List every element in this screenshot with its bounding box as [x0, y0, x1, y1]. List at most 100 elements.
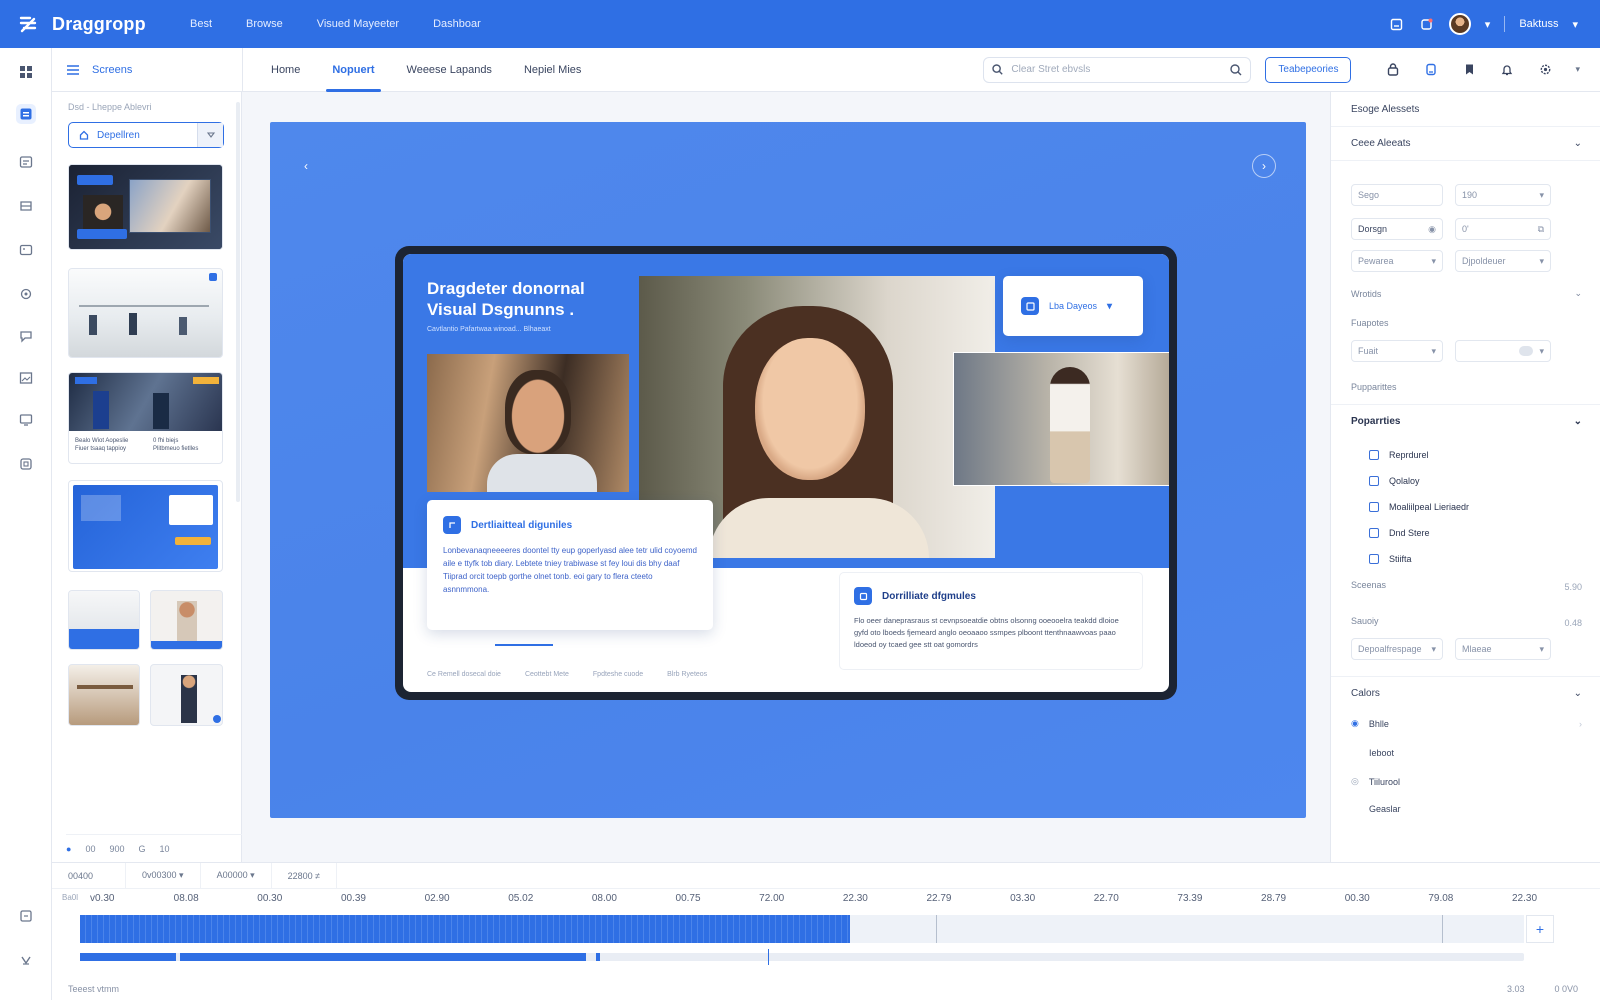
tab-nopuert[interactable]: Nopuert — [316, 48, 390, 92]
feature-card-2[interactable]: Dorrilliate dfgmules Flo oeer daneprasra… — [839, 572, 1143, 670]
media-icon[interactable] — [16, 196, 36, 216]
section-header[interactable]: Ceee Aleeats ⌄ — [1351, 138, 1582, 149]
footer-item[interactable]: G — [138, 844, 145, 854]
tab-home[interactable]: Home — [255, 48, 316, 92]
chevron-down-icon[interactable]: ⌄ — [1574, 138, 1582, 149]
filter-icon[interactable] — [197, 123, 223, 147]
chevron-down-icon[interactable]: ⌄ — [1574, 416, 1582, 427]
dropdown-d[interactable]: Depoalfrespage ▾ — [1351, 638, 1443, 660]
footer-item[interactable]: 900 — [109, 844, 124, 854]
monitor-icon[interactable] — [16, 410, 36, 430]
color-item[interactable]: Ieboot — [1351, 748, 1582, 758]
topnav-item[interactable]: Best — [190, 18, 212, 30]
topnav-item[interactable]: Dashboar — [433, 18, 481, 30]
subtrack-segment[interactable] — [80, 953, 176, 961]
comment-icon[interactable] — [16, 326, 36, 346]
next-arrow-icon[interactable]: › — [1252, 154, 1276, 178]
screen-thumbnail[interactable] — [68, 268, 223, 358]
chevron-down-icon[interactable]: ▾ — [1572, 18, 1578, 31]
carousel-indicator[interactable] — [495, 644, 553, 646]
gear-icon[interactable] — [1537, 62, 1553, 78]
dropdown-a[interactable]: Pewarea ▾ — [1351, 250, 1443, 272]
screen-thumbnail[interactable] — [150, 590, 223, 650]
man-photo[interactable] — [427, 354, 629, 492]
teabepeories-button[interactable]: Teabepeories — [1265, 56, 1352, 83]
save-icon[interactable] — [1389, 16, 1405, 32]
street-photo[interactable] — [953, 352, 1169, 486]
design-stage[interactable]: ‹ › Dragdeter donornal Visual Dsgnunns .… — [270, 122, 1306, 818]
search-submit-icon[interactable] — [1230, 63, 1242, 76]
color-item[interactable]: ◉ Bhlle › — [1351, 718, 1582, 729]
export-icon[interactable] — [16, 906, 36, 926]
subtrack-segment[interactable] — [180, 953, 586, 961]
footer-link[interactable]: Ce Remell dosecal doie — [427, 671, 501, 678]
feature-card-1[interactable]: Dertliaitteal diguniles Lonbevanaqneeeer… — [427, 500, 713, 630]
menu-icon[interactable] — [66, 64, 80, 76]
color-item[interactable]: Geaslar — [1351, 804, 1582, 814]
tab-layouts[interactable]: Weeese Lapands — [391, 48, 508, 92]
prev-arrow-icon[interactable]: ‹ — [294, 154, 318, 178]
design-field[interactable]: Dorsgn ◉ — [1351, 218, 1443, 240]
gallery-icon[interactable] — [16, 368, 36, 388]
size-select[interactable]: 190 ▾ — [1455, 184, 1551, 206]
timeline-control[interactable]: 00400 — [52, 862, 126, 889]
layout-icon[interactable] — [16, 152, 36, 172]
footer-link[interactable]: Fpdteshe cuode — [593, 671, 643, 678]
panel-scrollbar[interactable] — [236, 102, 240, 502]
timeline-control[interactable]: A00000 ▾ — [201, 862, 272, 889]
playhead[interactable] — [596, 953, 600, 961]
user-avatar[interactable] — [1448, 13, 1471, 35]
property-item[interactable]: Qolaloy — [1369, 476, 1420, 486]
notification-icon[interactable] — [1419, 16, 1435, 32]
dropdown-card[interactable]: Lba Dayeos ▾ — [1003, 276, 1143, 336]
color-item[interactable]: ◎ Tiilurool — [1351, 776, 1582, 787]
screen-filter-input[interactable]: Depellren — [68, 122, 224, 148]
footer-link[interactable]: Blrb Ryeteos — [667, 671, 707, 678]
screen-thumbnail[interactable] — [68, 164, 223, 250]
screen-thumbnail[interactable] — [68, 590, 140, 650]
link-icon[interactable]: ⧉ — [1538, 224, 1544, 235]
timeline-control[interactable]: 22800 ≠ — [272, 862, 338, 889]
timeline-subtrack[interactable] — [80, 949, 1524, 965]
screen-thumbnail[interactable] — [68, 480, 223, 572]
screen-thumbnail[interactable] — [150, 664, 223, 726]
timeline-control[interactable]: 0v00300 ▾ — [126, 862, 201, 889]
bookmark-icon[interactable] — [1461, 62, 1477, 78]
bell-icon[interactable] — [1499, 62, 1515, 78]
property-item[interactable]: Moaliilpeal Lieriaedr — [1369, 502, 1469, 512]
topnav-item[interactable]: Visued Mayeeter — [317, 18, 399, 30]
radio-icon[interactable]: ◎ — [1351, 776, 1359, 787]
size-field[interactable]: Sego — [1351, 184, 1443, 206]
property-item[interactable]: Dnd Stere — [1369, 528, 1430, 538]
screen-thumbnail[interactable] — [68, 664, 140, 726]
device-icon[interactable] — [1423, 62, 1439, 78]
section-header[interactable]: Poparrties ⌄ — [1351, 416, 1582, 427]
timeline-clip[interactable] — [80, 915, 850, 943]
tab-mies[interactable]: Nepiel Mies — [508, 48, 597, 92]
chevron-down-icon[interactable]: ▾ — [1485, 18, 1491, 31]
toggle-icon[interactable] — [1519, 346, 1534, 356]
app-logo[interactable]: Draggropp — [0, 14, 190, 35]
dropdown-b[interactable]: Djpoldeuer ▾ — [1455, 250, 1551, 272]
screen-thumbnail[interactable]: Bealo Wiot Aopeslie Fiuer tsaaq tappioy 0… — [68, 372, 223, 464]
add-track-button[interactable]: + — [1526, 915, 1554, 943]
user-menu-label[interactable]: Baktuss — [1519, 18, 1558, 30]
timeline-track[interactable] — [80, 915, 1524, 943]
footer-link[interactable]: Ceottebt Mete — [525, 671, 569, 678]
section-header[interactable]: Wrotids ⌄ — [1351, 288, 1582, 299]
chevron-down-icon[interactable]: ▾ — [1575, 64, 1580, 75]
help-icon[interactable] — [16, 950, 36, 970]
font-select[interactable]: Fuait ▾ — [1351, 340, 1443, 362]
property-item[interactable]: Stiifta — [1369, 554, 1412, 564]
eye-icon[interactable]: ◉ — [1428, 224, 1436, 235]
screens-icon[interactable] — [16, 104, 36, 124]
search-field[interactable]: Clear Stret ebvsls — [983, 56, 1252, 83]
timeline-ruler[interactable]: Ba0l v0.30 08.08 00.30 00.39 02.90 05.02 08.00 0… — [52, 889, 1600, 909]
section-header[interactable]: Calors ⌄ — [1351, 688, 1582, 699]
dropdown-e[interactable]: Mlaeae ▾ — [1455, 638, 1551, 660]
design-select[interactable]: 0' ⧉ — [1455, 218, 1551, 240]
toggle-field[interactable]: ▾ — [1455, 340, 1551, 362]
footer-item[interactable]: 00 — [85, 844, 95, 854]
lock-icon[interactable] — [1385, 62, 1401, 78]
topnav-item[interactable]: Browse — [246, 18, 283, 30]
